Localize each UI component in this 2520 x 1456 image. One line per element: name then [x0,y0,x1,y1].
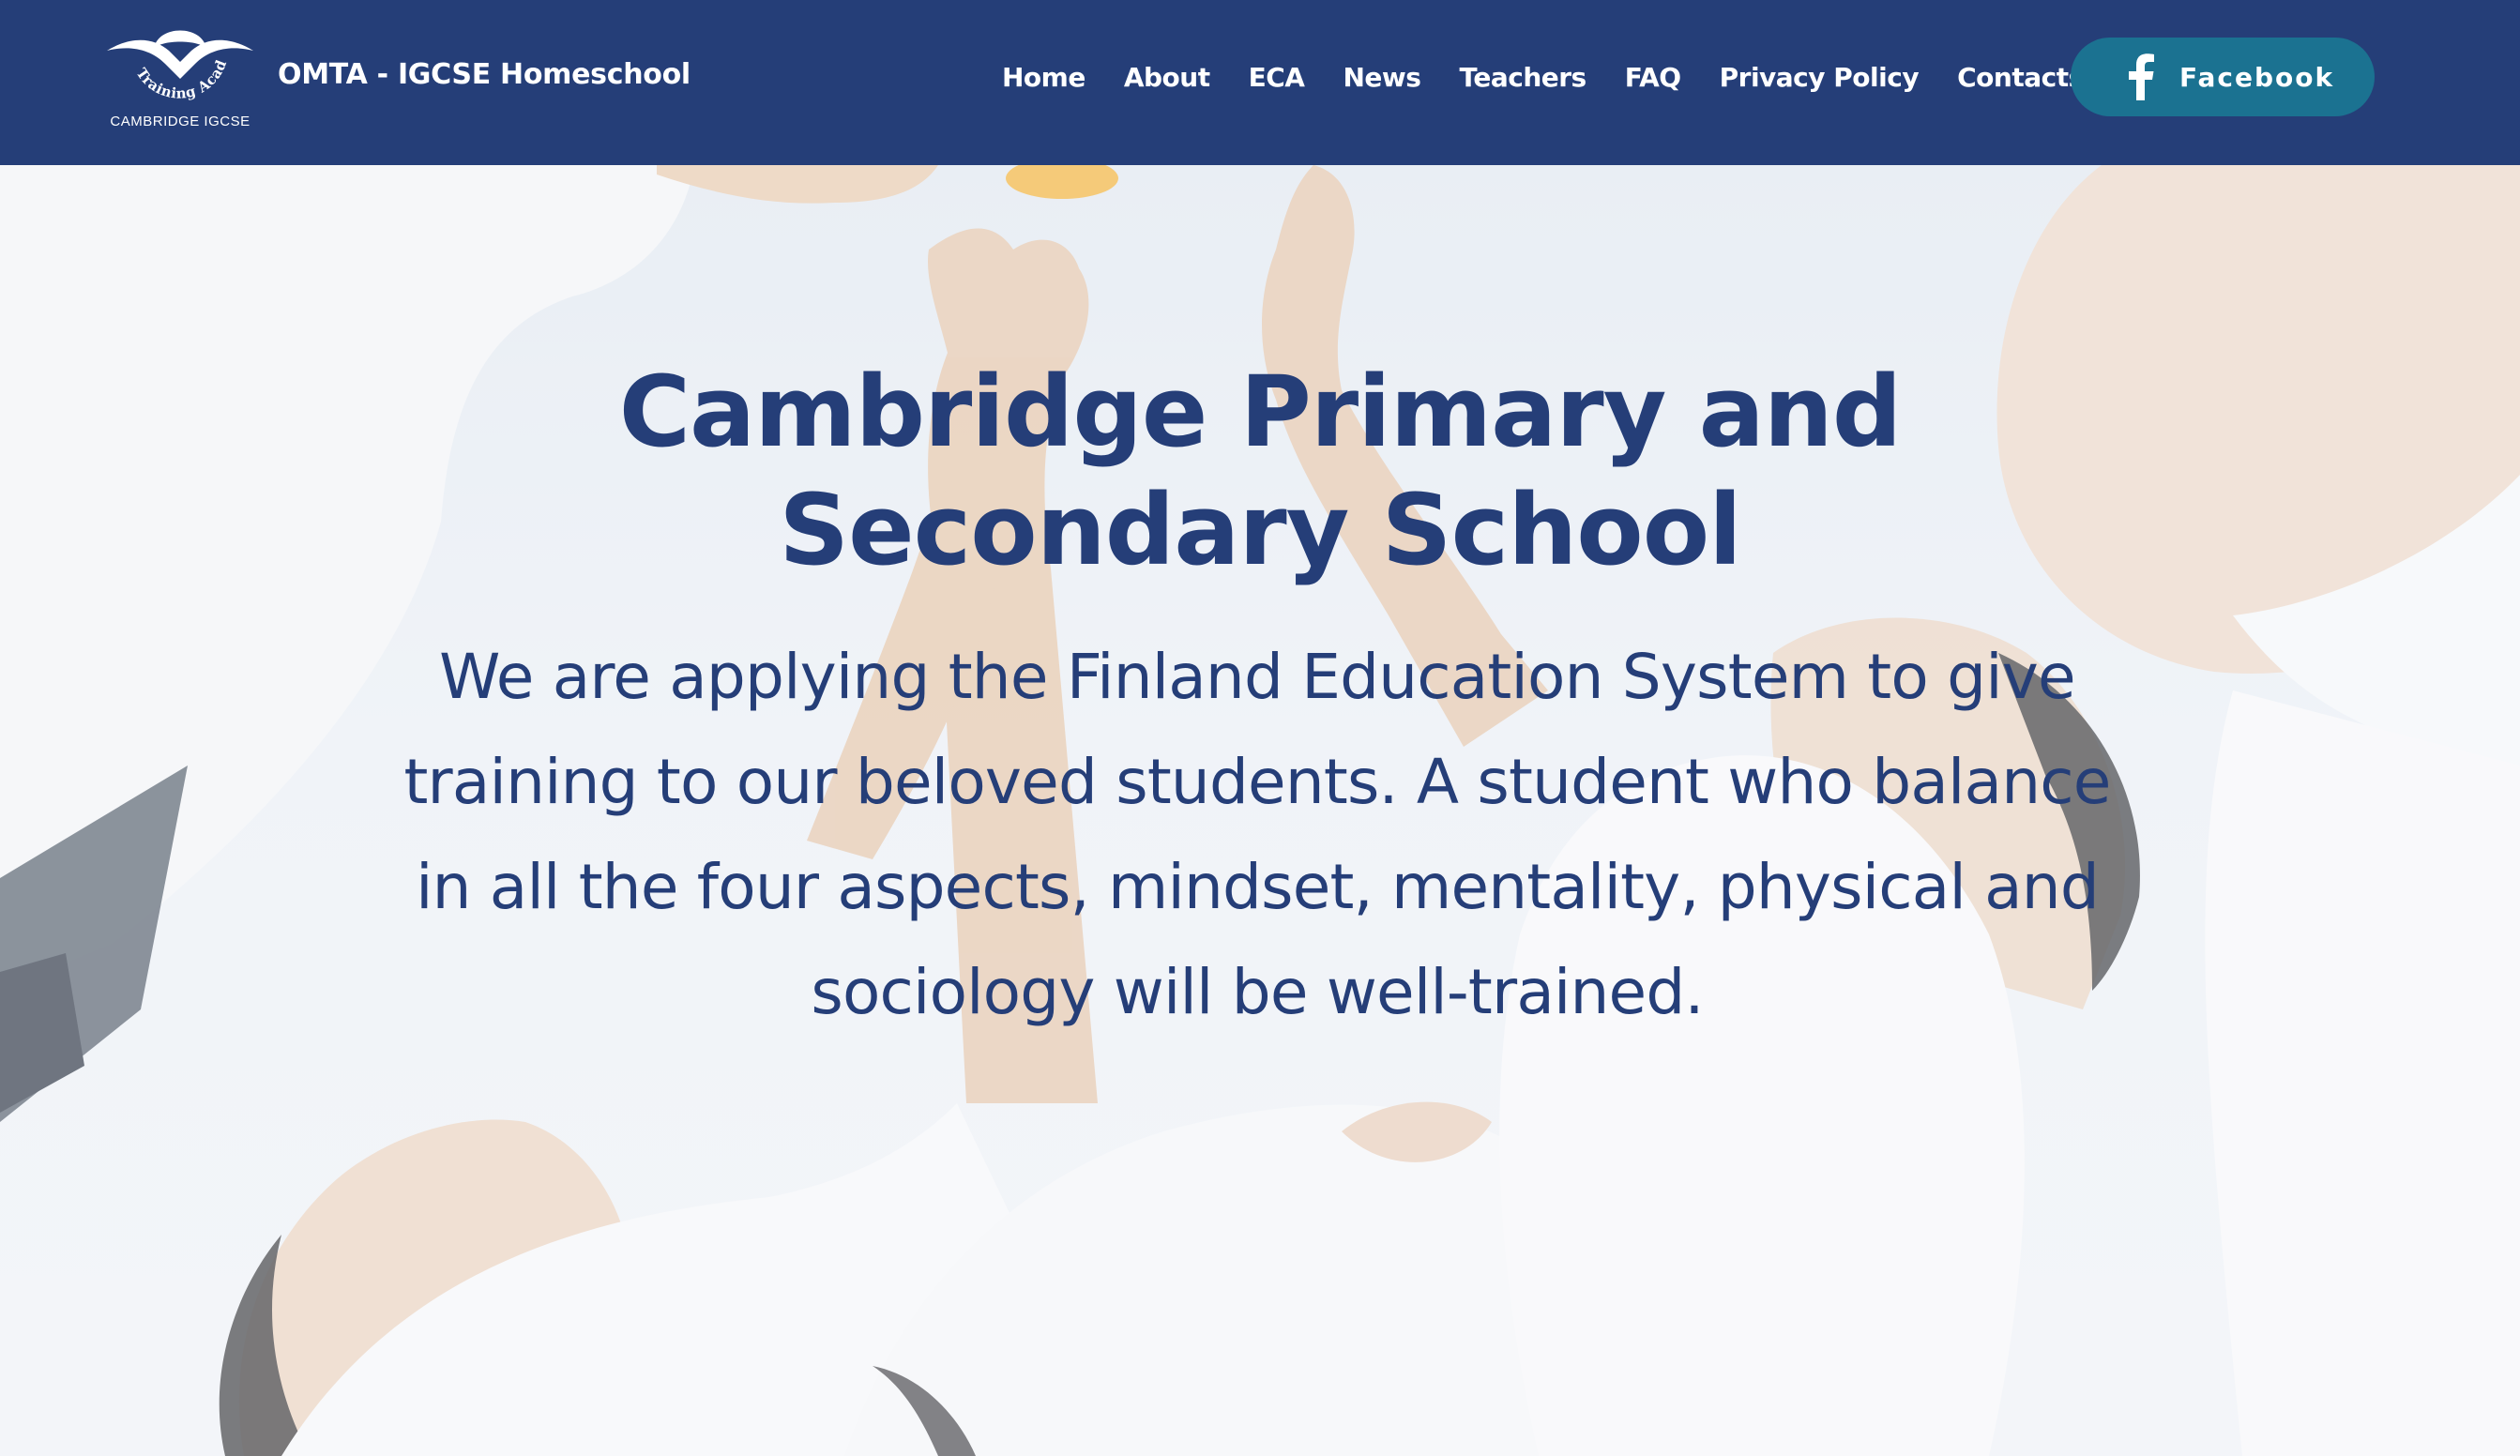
site-title[interactable]: OMTA - IGCSE Homeschool [278,58,691,91]
facebook-f-icon [2129,53,2154,100]
nav-eca[interactable]: ECA [1249,62,1305,93]
nav-news[interactable]: News [1343,62,1420,93]
nav-about[interactable]: About [1124,62,1210,93]
bird-logo-icon: Training Academy [105,17,253,102]
hero-title: Cambridge Primary and Secondary School [618,355,1903,587]
nav-faq[interactable]: FAQ [1625,62,1681,93]
nav-privacy-policy[interactable]: Privacy Policy [1720,62,1920,93]
nav-contacts[interactable]: Contacts [1957,62,2084,93]
hero-section: Cambridge Primary and Secondary School W… [0,165,2520,1456]
site-header: Training Academy CAMBRIDGE IGCSE OMTA - … [0,0,2520,165]
facebook-button[interactable]: Facebook [2071,38,2375,116]
page: Training Academy CAMBRIDGE IGCSE OMTA - … [0,0,2520,1456]
site-logo[interactable]: Training Academy CAMBRIDGE IGCSE [105,17,255,137]
logo-caption: CAMBRIDGE IGCSE [110,114,250,129]
nav-home[interactable]: Home [1002,62,1085,93]
main-nav: Home About ECA News Teachers FAQ Privacy… [1002,58,2084,96]
nav-teachers[interactable]: Teachers [1459,62,1586,93]
hero-description: We are applying the Finland Education Sy… [403,641,2111,1028]
facebook-button-label: Facebook [2179,61,2335,93]
